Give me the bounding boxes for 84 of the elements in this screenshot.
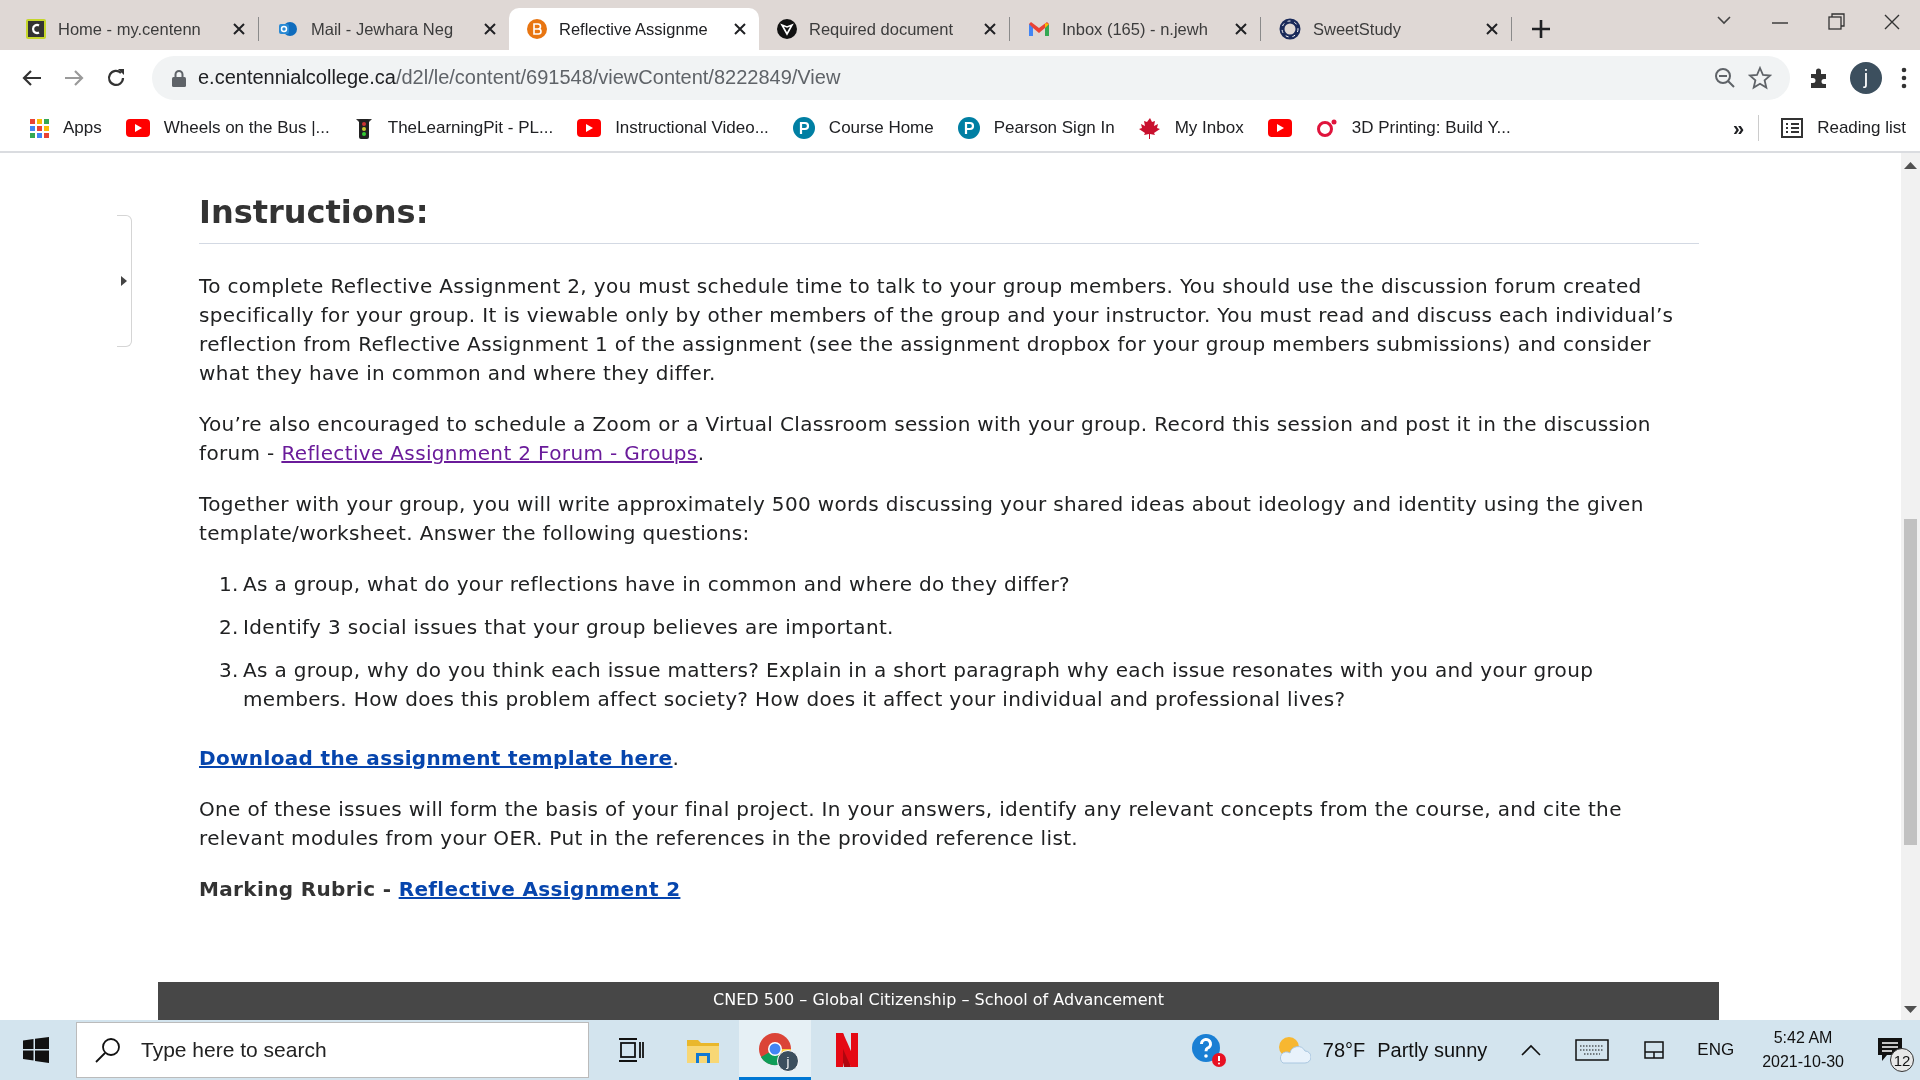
scroll-down-icon[interactable] bbox=[1904, 1006, 1917, 1014]
list-number: 2. bbox=[219, 614, 235, 641]
bookmark[interactable]: Instructional Video... bbox=[567, 114, 779, 142]
profile-badge: j bbox=[777, 1050, 799, 1072]
search-icon bbox=[95, 1037, 121, 1063]
address-bar[interactable]: e.centennialcollege.ca/d2l/le/content/691548/viewContent/8222849/View bbox=[152, 55, 1790, 100]
search-placeholder: Type here to search bbox=[141, 1038, 327, 1062]
scrollbar[interactable] bbox=[1901, 153, 1920, 1020]
ring-icon bbox=[1315, 118, 1338, 138]
bookmark[interactable]: Wheels on the Bus |... bbox=[115, 114, 340, 142]
paragraph: Marking Rubric - Reflective Assignment 2 bbox=[199, 876, 682, 903]
bookmark[interactable]: TheLearningPit - PL... bbox=[343, 112, 564, 144]
scroll-up-icon[interactable] bbox=[1904, 161, 1917, 169]
list-item-text: Identify 3 social issues that your group believes are important. bbox=[243, 614, 894, 641]
chevron-up-icon[interactable] bbox=[1521, 1044, 1542, 1056]
clock-time[interactable]: 5:42 AM bbox=[1773, 1029, 1833, 1047]
shield-icon bbox=[777, 19, 797, 39]
url-text: e.centennialcollege.ca/d2l/le/content/691548/viewContent/8222849/View bbox=[198, 66, 842, 89]
list-number: 1. bbox=[219, 571, 235, 598]
list-icon bbox=[1781, 118, 1804, 138]
link[interactable]: Download the assignment template here bbox=[199, 746, 673, 770]
close-icon[interactable] bbox=[483, 22, 497, 36]
browser-tab[interactable]: Required document bbox=[759, 8, 1009, 50]
close-icon[interactable] bbox=[232, 22, 246, 36]
bookmark[interactable]: Pearson Sign In bbox=[947, 113, 1125, 143]
windows-icon[interactable] bbox=[23, 1037, 49, 1063]
zoom-out-icon[interactable] bbox=[1714, 66, 1736, 89]
weather-text: Partly sunny bbox=[1377, 1038, 1488, 1062]
more-bookmarks-button[interactable]: » bbox=[1719, 116, 1759, 140]
browser-tab[interactable]: Mail - Jewhara Neg bbox=[259, 8, 509, 50]
maple-leaf-icon bbox=[1138, 117, 1161, 139]
browser-tab[interactable]: Home - my.centenn bbox=[8, 8, 258, 50]
list-item-text: As a group, why do you think each issue matters? Explain in a short paragraph why each issue resonates with you and your group members. How does this problem affect society? How does it affect your individual and professional lives? bbox=[243, 657, 1595, 713]
weather-widget[interactable]: 78°F Partly sunny bbox=[1244, 1020, 1502, 1080]
tablet-icon[interactable] bbox=[1644, 1041, 1665, 1059]
bookmark[interactable]: My Inbox bbox=[1128, 113, 1254, 143]
lock-icon bbox=[172, 68, 186, 87]
ring-icon bbox=[1279, 18, 1301, 40]
play-icon bbox=[125, 119, 150, 137]
keyboard-icon[interactable] bbox=[1575, 1039, 1610, 1061]
gmail-icon bbox=[1028, 21, 1050, 37]
play-icon bbox=[577, 119, 602, 137]
paragraph: One of these issues will form the basis of your final project. In your answers, identify any relevant concepts from the course, and cite the relevant modules from your OER. Put in the references in the provided reference list. bbox=[199, 796, 1623, 852]
profile-avatar[interactable]: j bbox=[1850, 61, 1882, 94]
close-icon[interactable] bbox=[1485, 22, 1499, 36]
reading-list-button[interactable]: Reading list bbox=[1771, 114, 1916, 142]
c-logo-icon bbox=[26, 19, 46, 39]
close-icon[interactable] bbox=[1234, 22, 1248, 36]
notification-count: 12 bbox=[1890, 1048, 1914, 1072]
bookmark[interactable]: Apps bbox=[20, 114, 112, 142]
paragraph: To complete Reflective Assignment 2, you must schedule time to talk to your group members. You should use the discussion forum created specifically for your group. It is viewable only by other members of the group and your instructor. You must read and discuss each individual’s reflection from Reflective Assignment 1 of the assignment (see the assignment dropbox for your group members submissions) and consider what they have in common and where they differ. bbox=[199, 273, 1675, 387]
play-icon bbox=[1267, 119, 1292, 137]
task-view-icon[interactable] bbox=[618, 1038, 644, 1062]
b-logo-icon bbox=[527, 19, 547, 39]
close-icon[interactable] bbox=[733, 22, 747, 36]
paragraph: You’re also encouraged to schedule a Zoom or a Virtual Classroom session with your group. Record this session and post it in the discussion forum - Reflective Assignment 2 Forum - Groups. bbox=[199, 411, 1652, 467]
list-number: 3. bbox=[219, 657, 235, 684]
link[interactable]: Reflective Assignment 2 bbox=[398, 877, 681, 901]
menu-icon[interactable] bbox=[1900, 65, 1908, 90]
list-item-text: As a group, what do your reflections have in common and where do they differ? bbox=[243, 571, 1071, 598]
p-logo-icon bbox=[957, 117, 980, 139]
p-logo-icon bbox=[792, 117, 815, 139]
mail-icon bbox=[277, 19, 299, 39]
clock-date[interactable]: 2021-10-30 bbox=[1762, 1053, 1844, 1071]
sidebar-toggle[interactable] bbox=[117, 215, 132, 347]
search-field[interactable]: Type here to search bbox=[76, 1022, 589, 1078]
browser-tab[interactable]: SweetStudy bbox=[1261, 8, 1511, 50]
paragraph: Together with your group, you will write approximately 500 words discussing your shared ideas about ideology and identity using the given template/worksheet. Answer the following questions: bbox=[199, 491, 1645, 547]
browser-tab[interactable]: Inbox (165) - n.jewh bbox=[1010, 8, 1260, 50]
close-icon[interactable] bbox=[983, 22, 997, 36]
apps-icon bbox=[30, 118, 49, 138]
caret-icon bbox=[121, 276, 127, 286]
n-logo-icon[interactable] bbox=[835, 1033, 859, 1067]
bookmark[interactable]: 3D Printing: Build Y... bbox=[1305, 114, 1521, 142]
help-icon[interactable] bbox=[1190, 1033, 1227, 1067]
language-indicator[interactable]: ENG bbox=[1685, 1020, 1747, 1080]
browser-tab[interactable]: Reflective Assignme bbox=[509, 8, 759, 50]
temperature: 78°F bbox=[1322, 1038, 1366, 1062]
footer-text: CNED 500 – Global Citizenship – School of Advancement bbox=[713, 990, 1164, 1009]
paragraph: Download the assignment template here. bbox=[199, 745, 681, 772]
heading: Instructions: bbox=[199, 193, 1699, 244]
star-icon[interactable] bbox=[1748, 65, 1772, 90]
link[interactable]: Reflective Assignment 2 Forum - Groups bbox=[281, 441, 698, 465]
bookmark[interactable]: Course Home bbox=[782, 113, 944, 143]
